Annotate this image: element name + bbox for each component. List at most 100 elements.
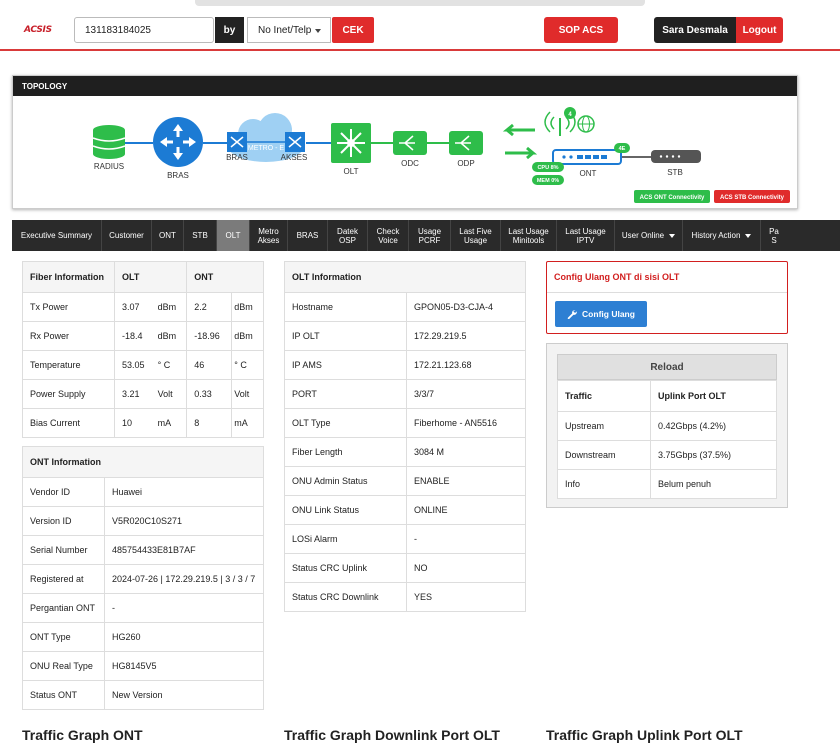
tab-bras[interactable]: BRAS — [288, 220, 328, 251]
fiber-header-ont: ONT — [186, 261, 264, 293]
traffic-row-value: 3.75Gbps (37.5%) — [650, 440, 777, 470]
tab-last-five-usage[interactable]: Last Five Usage — [451, 220, 501, 251]
traffic-row-value: 0.42Gbps (4.2%) — [650, 411, 777, 441]
tab-overflow[interactable]: Pa S — [761, 220, 801, 251]
radius-icon — [92, 125, 126, 159]
tab-metro-akses-label: Metro Akses — [257, 226, 280, 245]
globe-icon — [577, 115, 595, 133]
fiber-olt-unit: Volt — [155, 379, 188, 409]
tab-last-usage-minitools[interactable]: Last Usage Minitools — [501, 220, 557, 251]
fiber-header-olt: OLT — [113, 261, 188, 293]
olt-icon — [331, 123, 371, 163]
traffic-graph-downlink-title: Traffic Graph Downlink Port OLT — [284, 727, 500, 743]
sop-acs-button[interactable]: SOP ACS — [544, 17, 618, 43]
logout-button[interactable]: Logout — [736, 17, 783, 43]
node-label-odp: ODP — [457, 159, 474, 168]
node-label-ont: ONT — [580, 169, 597, 178]
tab-customer[interactable]: Customer — [102, 220, 152, 251]
tab-check-voice[interactable]: Check Voice — [368, 220, 409, 251]
fiber-olt-value: 3.07 — [113, 292, 156, 322]
node-label-bras-metro: BRAS — [226, 153, 248, 162]
table-row: Serial Number 485754433E81B7AF — [22, 535, 264, 565]
ont-info-label: Version ID — [22, 506, 105, 536]
tab-olt[interactable]: OLT — [217, 220, 250, 251]
fiber-ont-unit: mA — [231, 408, 264, 438]
traffic-row-label: Upstream — [557, 411, 651, 441]
olt-info-label: IP AMS — [284, 350, 407, 380]
fiber-ont-unit: ° C — [231, 350, 264, 380]
user-name-button[interactable]: Sara Desmala — [654, 17, 736, 43]
olt-info-label: Hostname — [284, 292, 407, 322]
tab-metro-akses[interactable]: Metro Akses — [250, 220, 288, 251]
chevron-down-icon — [315, 29, 321, 33]
acs-ont-connectivity-text: ACS ONT Connectivity — [640, 195, 705, 201]
tab-history-action-label: History Action — [691, 231, 741, 240]
ont-info-value: HG8145V5 — [104, 651, 264, 681]
ont-info-label: ONT Type — [22, 622, 105, 652]
tab-user-online[interactable]: User Online — [615, 220, 683, 251]
olt-info-value: 3084 M — [406, 437, 526, 467]
node-label-odc: ODC — [401, 159, 419, 168]
tab-history-action[interactable]: History Action — [683, 220, 761, 251]
ont-info-value: HG260 — [104, 622, 264, 652]
olt-info-value: YES — [406, 582, 526, 612]
horizontal-scrollbar[interactable] — [195, 0, 645, 6]
wrench-icon — [567, 310, 577, 319]
config-ulang-button[interactable]: Config Ulang — [555, 301, 647, 327]
stb-device-icon — [651, 150, 701, 163]
table-row: Status ONT New Version — [22, 680, 264, 710]
search-type-value: No Inet/Telp — [258, 24, 312, 36]
tab-usage-pcrf[interactable]: Usage PCRF — [409, 220, 451, 251]
olt-info-label: PORT — [284, 379, 407, 409]
olt-information-table: OLT Information Hostname GPON05-D3-CJA-4 … — [284, 261, 526, 612]
search-input[interactable] — [74, 17, 214, 43]
app-logo[interactable]: ACSIS — [24, 25, 52, 35]
fiber-ont-value: 0.33 — [186, 379, 232, 409]
olt-info-label: Fiber Length — [284, 437, 407, 467]
fiber-olt-unit: dBm — [155, 292, 188, 322]
node-label-olt: OLT — [344, 167, 359, 176]
fiber-ont-value: -18.96 — [186, 321, 232, 351]
table-row: Pergantian ONT - — [22, 593, 264, 623]
olt-info-value: - — [406, 524, 526, 554]
ont-info-value: 2024-07-26 | 172.29.219.5 | 3 / 3 / 7 — [104, 564, 264, 594]
tab-executive-summary[interactable]: Executive Summary — [12, 220, 102, 251]
acs-stb-connectivity-text: ACS STB Connectivity — [720, 195, 785, 201]
odp-splitter-icon — [449, 131, 483, 155]
tab-stb[interactable]: STB — [184, 220, 217, 251]
cek-button[interactable]: CEK — [332, 17, 374, 43]
table-row: Version ID V5R020C10S271 — [22, 506, 264, 536]
fiber-ont-value: 8 — [186, 408, 232, 438]
olt-info-value: ENABLE — [406, 466, 526, 496]
fiber-row-label: Rx Power — [22, 321, 115, 351]
odc-splitter-icon — [393, 131, 427, 155]
traffic-table: Traffic Uplink Port OLT Upstream 0.42Gbps… — [557, 380, 777, 499]
tab-datek-osp[interactable]: Datek OSP — [328, 220, 368, 251]
table-row: ONU Link Status ONLINE — [284, 495, 526, 525]
table-row: Downstream 3.75Gbps (37.5%) — [557, 440, 777, 470]
traffic-header-uplink: Uplink Port OLT — [650, 380, 777, 412]
table-row: Status CRC Uplink NO — [284, 553, 526, 583]
fiber-olt-value: -18.4 — [113, 321, 156, 351]
traffic-row-value: Belum penuh — [650, 469, 777, 499]
sync-arrows-icon — [502, 123, 538, 160]
ont-info-label: Status ONT — [22, 680, 105, 710]
search-type-select[interactable]: No Inet/Telp — [247, 17, 331, 43]
traffic-graph-uplink-title: Traffic Graph Uplink Port OLT — [546, 727, 743, 743]
reload-button[interactable]: Reload — [557, 354, 777, 380]
node-label-metro: METRO - E — [248, 145, 284, 152]
olt-info-value: NO — [406, 553, 526, 583]
olt-info-label: ONU Link Status — [284, 495, 407, 525]
bras-router-icon — [153, 117, 203, 167]
chevron-down-icon — [745, 233, 752, 238]
olt-info-label: ONU Admin Status — [284, 466, 407, 496]
tab-ont[interactable]: ONT — [152, 220, 184, 251]
olt-info-label: OLT Type — [284, 408, 407, 438]
table-row: PORT 3/3/7 — [284, 379, 526, 409]
table-row: Tx Power 3.07 dBm 2.2 dBm — [22, 292, 264, 322]
tab-last-usage-iptv[interactable]: Last Usage IPTV — [557, 220, 615, 251]
olt-info-value: GPON05-D3-CJA-4 — [406, 292, 526, 322]
node-label-radius: RADIUS — [94, 162, 124, 171]
fiber-ont-unit: Volt — [231, 379, 264, 409]
ont-port-text: 4E — [619, 146, 626, 152]
